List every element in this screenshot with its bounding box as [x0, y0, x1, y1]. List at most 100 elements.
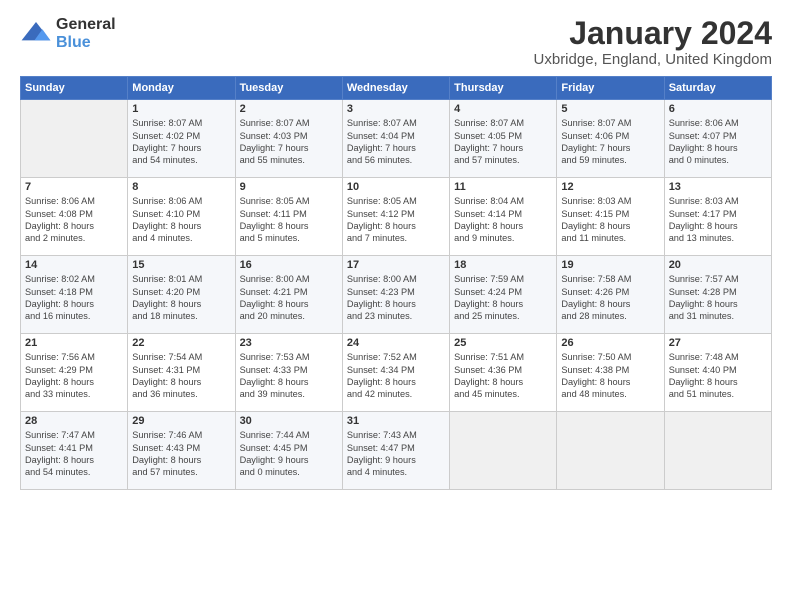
day-cell: 25 Sunrise: 7:51 AMSunset: 4:36 PMDayligh… [450, 334, 557, 412]
day-cell: 17 Sunrise: 8:00 AMSunset: 4:23 PMDayligh… [342, 256, 449, 334]
day-info: Sunrise: 7:50 AMSunset: 4:38 PMDaylight:… [561, 351, 659, 401]
day-cell: 31 Sunrise: 7:43 AMSunset: 4:47 PMDayligh… [342, 412, 449, 490]
day-info: Sunrise: 8:07 AMSunset: 4:04 PMDaylight:… [347, 117, 445, 167]
header-cell-sunday: Sunday [21, 77, 128, 100]
day-info: Sunrise: 8:00 AMSunset: 4:21 PMDaylight:… [240, 273, 338, 323]
day-info: Sunrise: 7:56 AMSunset: 4:29 PMDaylight:… [25, 351, 123, 401]
day-cell: 1Sunrise: 8:07 AMSunset: 4:02 PMDaylight… [128, 100, 235, 178]
day-cell: 27 Sunrise: 7:48 AMSunset: 4:40 PMDayligh… [664, 334, 771, 412]
day-cell: 18 Sunrise: 7:59 AMSunset: 4:24 PMDayligh… [450, 256, 557, 334]
logo: General Blue [20, 16, 116, 51]
day-info: Sunrise: 7:47 AMSunset: 4:41 PMDaylight:… [25, 429, 123, 479]
day-cell: 6 Sunrise: 8:06 AMSunset: 4:07 PMDaylight… [664, 100, 771, 178]
week-row-5: 28 Sunrise: 7:47 AMSunset: 4:41 PMDayligh… [21, 412, 772, 490]
logo-text: General Blue [56, 16, 116, 51]
day-cell: 23Sunrise: 7:53 AMSunset: 4:33 PMDayligh… [235, 334, 342, 412]
day-cell [557, 412, 664, 490]
day-info: Sunrise: 8:02 AMSunset: 4:18 PMDaylight:… [25, 273, 123, 323]
day-info: Sunrise: 8:03 AMSunset: 4:15 PMDaylight:… [561, 195, 659, 245]
day-info: Sunrise: 8:00 AMSunset: 4:23 PMDaylight:… [347, 273, 445, 323]
day-number: 15 [132, 259, 230, 271]
day-number: 28 [25, 415, 123, 427]
day-number: 5 [561, 103, 659, 115]
day-info: Sunrise: 7:52 AMSunset: 4:34 PMDaylight:… [347, 351, 445, 401]
day-number: 23 [240, 337, 338, 349]
day-info: Sunrise: 8:07 AMSunset: 4:03 PMDaylight:… [240, 117, 338, 167]
day-info: Sunrise: 7:57 AMSunset: 4:28 PMDaylight:… [669, 273, 767, 323]
day-cell: 13Sunrise: 8:03 AMSunset: 4:17 PMDayligh… [664, 178, 771, 256]
day-number: 6 [669, 103, 767, 115]
day-cell: 20Sunrise: 7:57 AMSunset: 4:28 PMDayligh… [664, 256, 771, 334]
day-cell: 11Sunrise: 8:04 AMSunset: 4:14 PMDayligh… [450, 178, 557, 256]
header-cell-wednesday: Wednesday [342, 77, 449, 100]
day-number: 26 [561, 337, 659, 349]
day-number: 22 [132, 337, 230, 349]
day-info: Sunrise: 7:48 AMSunset: 4:40 PMDaylight:… [669, 351, 767, 401]
week-row-4: 21 Sunrise: 7:56 AMSunset: 4:29 PMDayligh… [21, 334, 772, 412]
title-block: January 2024 Uxbridge, England, United K… [534, 16, 772, 68]
day-cell [664, 412, 771, 490]
day-number: 29 [132, 415, 230, 427]
day-number: 1 [132, 103, 230, 115]
day-number: 7 [25, 181, 123, 193]
header-cell-tuesday: Tuesday [235, 77, 342, 100]
logo-icon [20, 18, 52, 50]
header-cell-thursday: Thursday [450, 77, 557, 100]
day-number: 24 [347, 337, 445, 349]
day-number: 3 [347, 103, 445, 115]
day-info: Sunrise: 7:58 AMSunset: 4:26 PMDaylight:… [561, 273, 659, 323]
day-cell: 24 Sunrise: 7:52 AMSunset: 4:34 PMDayligh… [342, 334, 449, 412]
calendar-table: SundayMondayTuesdayWednesdayThursdayFrid… [20, 76, 772, 490]
day-cell: 29 Sunrise: 7:46 AMSunset: 4:43 PMDayligh… [128, 412, 235, 490]
day-cell: 22 Sunrise: 7:54 AMSunset: 4:31 PMDayligh… [128, 334, 235, 412]
day-info: Sunrise: 8:06 AMSunset: 4:10 PMDaylight:… [132, 195, 230, 245]
day-cell: 7 Sunrise: 8:06 AMSunset: 4:08 PMDaylight… [21, 178, 128, 256]
day-cell [450, 412, 557, 490]
day-cell [21, 100, 128, 178]
day-info: Sunrise: 8:04 AMSunset: 4:14 PMDaylight:… [454, 195, 552, 245]
day-number: 21 [25, 337, 123, 349]
day-cell: 30Sunrise: 7:44 AMSunset: 4:45 PMDayligh… [235, 412, 342, 490]
logo-general: General [56, 16, 116, 34]
day-cell: 12 Sunrise: 8:03 AMSunset: 4:15 PMDayligh… [557, 178, 664, 256]
header-cell-monday: Monday [128, 77, 235, 100]
day-cell: 26 Sunrise: 7:50 AMSunset: 4:38 PMDayligh… [557, 334, 664, 412]
header: General Blue January 2024 Uxbridge, Engl… [20, 16, 772, 68]
day-cell: 21 Sunrise: 7:56 AMSunset: 4:29 PMDayligh… [21, 334, 128, 412]
day-cell: 10Sunrise: 8:05 AMSunset: 4:12 PMDayligh… [342, 178, 449, 256]
day-number: 16 [240, 259, 338, 271]
week-row-3: 14Sunrise: 8:02 AMSunset: 4:18 PMDayligh… [21, 256, 772, 334]
day-number: 9 [240, 181, 338, 193]
day-info: Sunrise: 7:44 AMSunset: 4:45 PMDaylight:… [240, 429, 338, 479]
day-cell: 19Sunrise: 7:58 AMSunset: 4:26 PMDayligh… [557, 256, 664, 334]
day-info: Sunrise: 7:46 AMSunset: 4:43 PMDaylight:… [132, 429, 230, 479]
day-info: Sunrise: 7:54 AMSunset: 4:31 PMDaylight:… [132, 351, 230, 401]
day-number: 8 [132, 181, 230, 193]
day-number: 27 [669, 337, 767, 349]
day-number: 17 [347, 259, 445, 271]
day-cell: 15 Sunrise: 8:01 AMSunset: 4:20 PMDayligh… [128, 256, 235, 334]
day-info: Sunrise: 8:06 AMSunset: 4:07 PMDaylight:… [669, 117, 767, 167]
header-cell-friday: Friday [557, 77, 664, 100]
day-info: Sunrise: 7:59 AMSunset: 4:24 PMDaylight:… [454, 273, 552, 323]
day-number: 25 [454, 337, 552, 349]
logo-blue: Blue [56, 34, 116, 52]
day-cell: 9 Sunrise: 8:05 AMSunset: 4:11 PMDaylight… [235, 178, 342, 256]
day-number: 18 [454, 259, 552, 271]
day-number: 2 [240, 103, 338, 115]
day-info: Sunrise: 8:05 AMSunset: 4:11 PMDaylight:… [240, 195, 338, 245]
day-info: Sunrise: 7:43 AMSunset: 4:47 PMDaylight:… [347, 429, 445, 479]
day-info: Sunrise: 8:03 AMSunset: 4:17 PMDaylight:… [669, 195, 767, 245]
calendar-header: SundayMondayTuesdayWednesdayThursdayFrid… [21, 77, 772, 100]
day-number: 31 [347, 415, 445, 427]
day-info: Sunrise: 8:07 AMSunset: 4:05 PMDaylight:… [454, 117, 552, 167]
calendar-subtitle: Uxbridge, England, United Kingdom [534, 51, 772, 68]
day-cell: 2 Sunrise: 8:07 AMSunset: 4:03 PMDaylight… [235, 100, 342, 178]
day-info: Sunrise: 8:01 AMSunset: 4:20 PMDaylight:… [132, 273, 230, 323]
day-cell: 4 Sunrise: 8:07 AMSunset: 4:05 PMDaylight… [450, 100, 557, 178]
day-info: Sunrise: 7:51 AMSunset: 4:36 PMDaylight:… [454, 351, 552, 401]
day-info: Sunrise: 8:05 AMSunset: 4:12 PMDaylight:… [347, 195, 445, 245]
day-number: 12 [561, 181, 659, 193]
day-info: Sunrise: 8:06 AMSunset: 4:08 PMDaylight:… [25, 195, 123, 245]
day-number: 4 [454, 103, 552, 115]
